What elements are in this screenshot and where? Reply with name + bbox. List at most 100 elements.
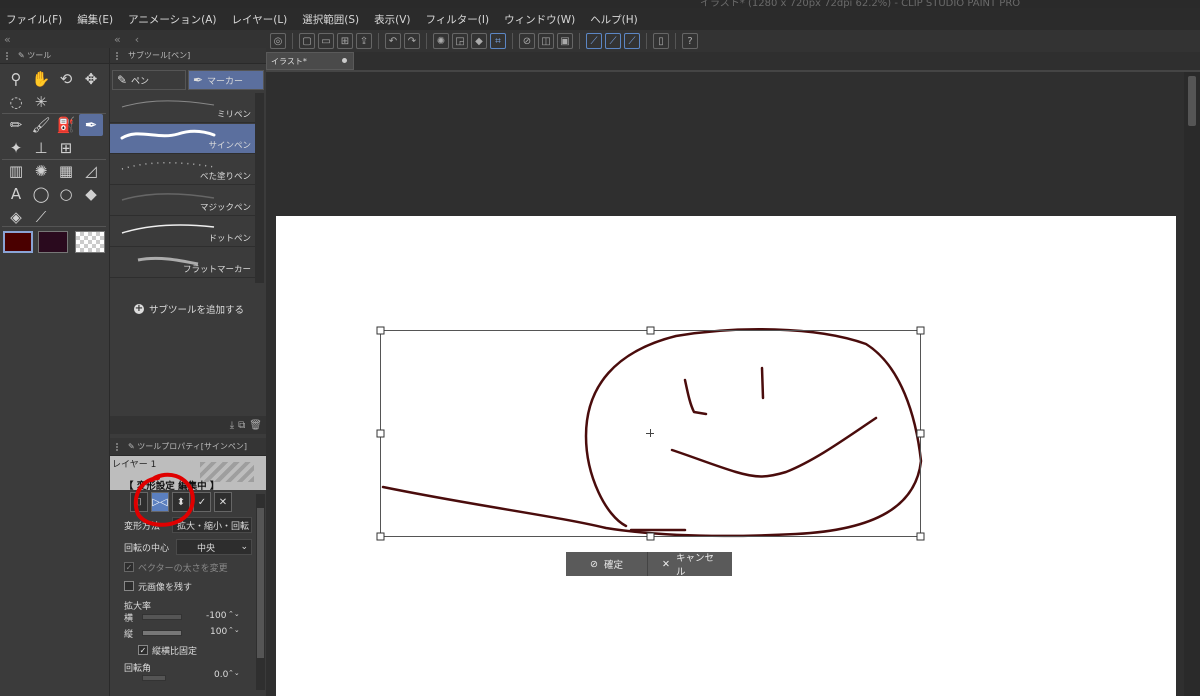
canvas-vertical-scrollbar[interactable] bbox=[1184, 72, 1200, 696]
subtool-item-flat-marker[interactable]: フラットマーカー bbox=[110, 248, 255, 278]
brush-icon[interactable]: 🖌 bbox=[29, 114, 53, 136]
subtool-item-sign-pen[interactable]: サインペン bbox=[110, 124, 255, 154]
chevron-left-icon[interactable]: ‹ bbox=[135, 33, 139, 46]
close-tab-icon[interactable] bbox=[342, 58, 347, 63]
subtool-item-milli-pen[interactable]: ミリペン bbox=[110, 93, 255, 123]
scroll-thumb[interactable] bbox=[1188, 76, 1196, 126]
open-icon[interactable]: ▭ bbox=[318, 33, 334, 49]
close-icon[interactable]: ✕ bbox=[214, 492, 232, 512]
text-icon[interactable]: A bbox=[4, 183, 28, 205]
stroke-preview bbox=[121, 224, 215, 234]
snap-special-ruler-icon[interactable]: ⟋ bbox=[605, 33, 621, 49]
menu-layer[interactable]: レイヤー(L) bbox=[232, 12, 288, 27]
grip-icon[interactable] bbox=[6, 51, 12, 60]
menu-help[interactable]: ヘルプ(H) bbox=[590, 12, 638, 27]
menu-window[interactable]: ウィンドウ(W) bbox=[504, 12, 575, 27]
vector-width-checkbox[interactable]: ✓ bbox=[124, 562, 134, 572]
keep-original-checkbox[interactable] bbox=[124, 581, 134, 591]
subtool-item-dot-pen[interactable]: ドットペン bbox=[110, 217, 255, 247]
trash-icon[interactable]: 🗑 bbox=[249, 420, 262, 431]
gradient-icon[interactable]: ▥ bbox=[4, 160, 28, 182]
keep-ratio-checkbox[interactable]: ✓ bbox=[138, 645, 148, 655]
menu-file[interactable]: ファイル(F) bbox=[6, 12, 62, 27]
deselect-icon[interactable]: ⊘ bbox=[519, 33, 535, 49]
duplicate-icon[interactable]: ⧉ bbox=[238, 420, 245, 431]
pen-tool-icon[interactable]: ✒ bbox=[79, 114, 103, 136]
balloon-tail-icon[interactable]: ○ bbox=[54, 183, 78, 205]
new-file-icon[interactable]: ▢ bbox=[299, 33, 315, 49]
export-icon[interactable]: ⇪ bbox=[356, 33, 372, 49]
move-icon[interactable]: ✥ bbox=[79, 68, 103, 90]
transform-icon[interactable]: ⌗ bbox=[490, 33, 506, 49]
rotation-slider[interactable] bbox=[142, 675, 166, 681]
collapse-icon[interactable]: « bbox=[4, 33, 11, 46]
effect-line-icon[interactable]: ✺ bbox=[29, 160, 53, 182]
menu-view[interactable]: 表示(V) bbox=[374, 12, 410, 27]
subtool-scrollbar[interactable] bbox=[255, 93, 264, 283]
invert-selection-icon[interactable]: ◫ bbox=[538, 33, 554, 49]
device-icon[interactable]: ▯ bbox=[653, 33, 669, 49]
copy-subtool-icon[interactable]: ⤓ bbox=[230, 420, 234, 431]
document-tab[interactable]: イラスト* bbox=[266, 52, 354, 70]
grip-icon[interactable] bbox=[116, 51, 122, 60]
vertical-slider[interactable] bbox=[142, 630, 182, 636]
spinner-icon[interactable]: ⌃⌄ bbox=[228, 610, 240, 618]
show-selection-icon[interactable]: ▣ bbox=[557, 33, 573, 49]
rotate-view-icon[interactable]: ⟲ bbox=[54, 68, 78, 90]
menu-filter[interactable]: フィルター(I) bbox=[426, 12, 490, 27]
magic-wand-icon[interactable]: ✳ bbox=[29, 91, 53, 113]
confirm-button[interactable]: ⊘ 確定 bbox=[566, 552, 648, 576]
balloon-icon[interactable]: ◯ bbox=[29, 183, 53, 205]
app-icon[interactable]: ◎ bbox=[270, 33, 286, 49]
undo-icon[interactable]: ↶ bbox=[385, 33, 401, 49]
redo-icon[interactable]: ↷ bbox=[404, 33, 420, 49]
stamp-icon[interactable]: ⊥ bbox=[29, 137, 53, 159]
horizontal-value[interactable]: -100 bbox=[206, 611, 226, 621]
spinner-icon[interactable]: ⌃⌄ bbox=[228, 626, 240, 634]
clear-icon[interactable]: ✺ bbox=[433, 33, 449, 49]
collapse-icon[interactable]: « bbox=[114, 33, 121, 46]
rotation-center-value: 中央 bbox=[197, 543, 216, 554]
snap-ruler-icon[interactable]: ⟋ bbox=[586, 33, 602, 49]
rotation-center-select[interactable]: 中央 ⌄ bbox=[176, 539, 252, 555]
zoom-icon[interactable]: ⚲ bbox=[4, 68, 28, 90]
panel-frame-icon[interactable]: ▦ bbox=[54, 160, 78, 182]
clear-outside-icon[interactable]: ◲ bbox=[452, 33, 468, 49]
decoration-icon[interactable]: ✦ bbox=[4, 137, 28, 159]
tab-marker[interactable]: ✒ マーカー bbox=[188, 70, 264, 90]
subtool-item-magic-pen[interactable]: マジックペン bbox=[110, 186, 255, 216]
menu-animation[interactable]: アニメーション(A) bbox=[128, 12, 216, 27]
sub-color-swatch[interactable] bbox=[38, 231, 68, 253]
add-subtool-button[interactable]: + サブツールを追加する bbox=[134, 302, 244, 316]
cancel-button[interactable]: ✕ キャンセル bbox=[648, 552, 732, 578]
eyedropper-icon[interactable]: ⟋ bbox=[29, 206, 53, 228]
tab-pen[interactable]: ✎ ペン bbox=[112, 70, 186, 90]
rotation-value[interactable]: 0.0 bbox=[214, 670, 228, 680]
help-icon[interactable]: ? bbox=[682, 33, 698, 49]
horizontal-slider[interactable] bbox=[142, 614, 182, 620]
ruler-icon[interactable]: ◿ bbox=[79, 160, 103, 182]
airbrush-icon[interactable]: ⛽ bbox=[54, 114, 78, 136]
subtool-label: ドットペン bbox=[208, 234, 251, 244]
scroll-thumb[interactable] bbox=[257, 508, 264, 658]
subtool-item-solid-pen[interactable]: べた塗りペン bbox=[110, 155, 255, 185]
separator bbox=[2, 159, 106, 160]
main-color-swatch[interactable] bbox=[3, 231, 33, 253]
menu-edit[interactable]: 編集(E) bbox=[77, 12, 113, 27]
lasso-icon[interactable]: ◌ bbox=[4, 91, 28, 113]
snap-grid-icon[interactable]: ⟋ bbox=[624, 33, 640, 49]
vertical-value[interactable]: 100 bbox=[210, 627, 227, 637]
eraser-icon[interactable]: ◆ bbox=[79, 183, 103, 205]
menu-selection[interactable]: 選択範囲(S) bbox=[302, 12, 359, 27]
grip-icon[interactable] bbox=[116, 442, 122, 451]
save-icon[interactable]: ⊞ bbox=[337, 33, 353, 49]
pencil-icon[interactable]: ✏ bbox=[4, 114, 28, 136]
property-scrollbar[interactable] bbox=[256, 494, 265, 690]
fill-bucket-icon[interactable]: ◈ bbox=[4, 206, 28, 228]
transparent-color-swatch[interactable] bbox=[75, 231, 105, 253]
frame-icon[interactable]: ⊞ bbox=[54, 137, 78, 159]
fill-icon[interactable]: ◆ bbox=[471, 33, 487, 49]
canvas-paper[interactable] bbox=[276, 216, 1176, 696]
spinner-icon[interactable]: ⌃⌄ bbox=[228, 669, 240, 677]
hand-icon[interactable]: ✋ bbox=[29, 68, 53, 90]
